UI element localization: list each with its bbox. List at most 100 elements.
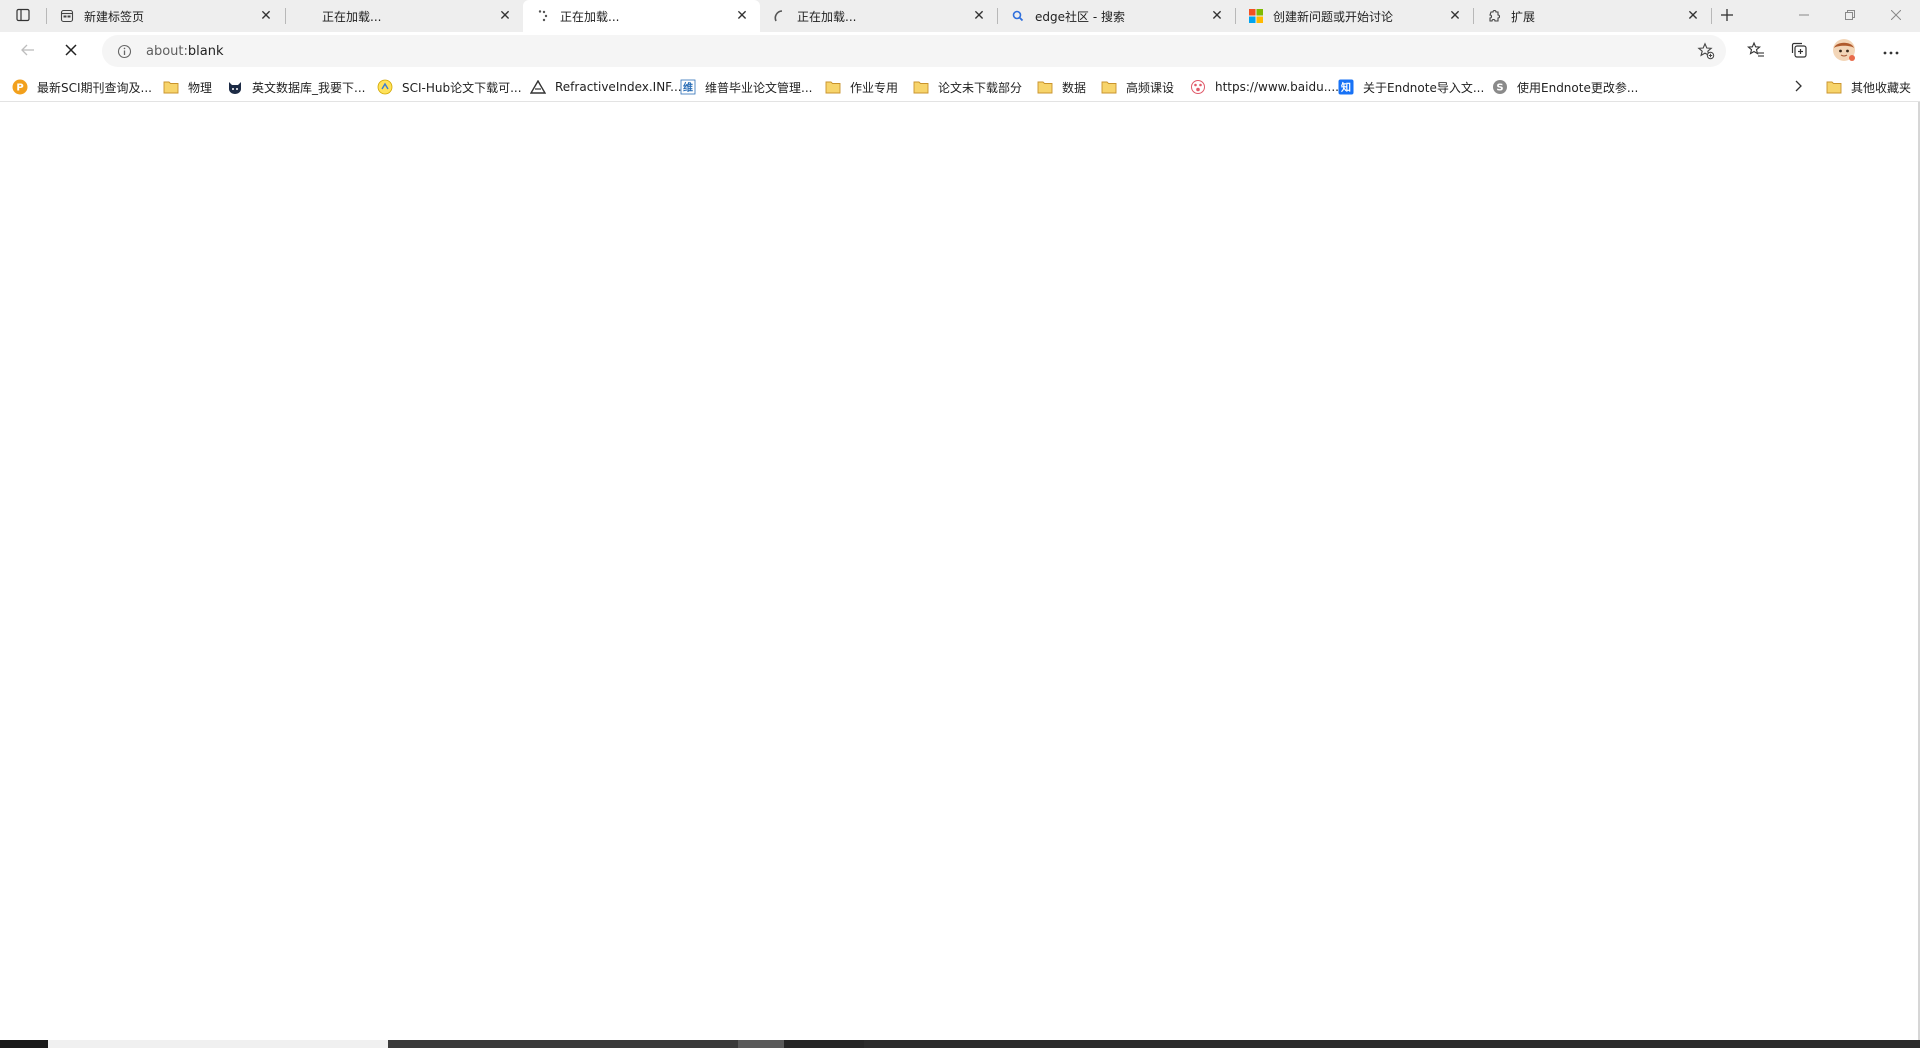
newtab-icon (59, 8, 75, 24)
back-button[interactable] (12, 35, 44, 67)
bookmark-label: RefractiveIndex.INF... (555, 80, 682, 94)
favorites-list-icon (1747, 41, 1765, 62)
tab-actions-button[interactable] (8, 4, 38, 28)
s-circle-icon: S (1492, 79, 1508, 95)
taskbar-search-box[interactable] (48, 1040, 388, 1048)
url-text[interactable]: about:blank (146, 44, 1546, 59)
bookmark-label: 英文数据库_我要下... (252, 80, 366, 95)
bookmark-label: SCI-Hub论文下载可... (402, 80, 522, 95)
taskbar-active-app[interactable] (738, 1040, 784, 1048)
info-icon[interactable] (116, 43, 132, 59)
folder-icon (913, 79, 929, 95)
avatar (1832, 38, 1856, 65)
bookmarks-overflow-button[interactable] (1786, 76, 1810, 98)
tab-loading-2-active[interactable]: 正在加载... ✕ (523, 0, 760, 32)
tab-close-icon[interactable]: ✕ (732, 6, 752, 26)
tab-close-icon[interactable]: ✕ (495, 6, 515, 26)
tab-title: edge社区 - 搜索 (1035, 9, 1125, 24)
bookmark-label: 关于Endnote导入文... (1363, 80, 1485, 95)
tab-edge-search[interactable]: edge社区 - 搜索 ✕ (998, 0, 1235, 32)
bookmark-folder[interactable]: 高频课设 (1101, 77, 1174, 97)
loading-spinner-icon (535, 8, 551, 24)
bookmark-item[interactable]: https://www.baidu.... (1190, 77, 1339, 97)
bookmark-label: 维普毕业论文管理... (705, 80, 813, 95)
collections-icon (1790, 41, 1808, 62)
restore-icon (1845, 9, 1855, 23)
settings-more-button[interactable] (1875, 35, 1907, 67)
plus-icon (1720, 8, 1734, 25)
tab-close-icon[interactable]: ✕ (969, 6, 989, 26)
svg-text:P: P (16, 83, 23, 94)
stop-x-icon (64, 43, 78, 60)
bookmark-folder[interactable]: 作业专用 (825, 77, 898, 97)
taskbar-app[interactable] (784, 1040, 864, 1048)
tab-close-icon[interactable]: ✕ (1445, 6, 1465, 26)
new-tab-button[interactable] (1713, 3, 1741, 29)
taskbar-start-area[interactable] (0, 1040, 48, 1048)
folder-icon (1826, 79, 1842, 95)
bookmark-item[interactable]: P 最新SCI期刊查询及... (12, 77, 152, 97)
back-arrow-icon (20, 42, 36, 61)
cat-icon (227, 79, 243, 95)
triangle-logo-icon (530, 79, 546, 95)
svg-text:维: 维 (683, 81, 693, 94)
chevron-right-icon (1793, 80, 1803, 95)
url-path: blank (187, 43, 224, 59)
tab-close-icon[interactable]: ✕ (1207, 6, 1227, 26)
tab-close-icon[interactable]: ✕ (1683, 6, 1703, 26)
url-scheme: about: (146, 43, 188, 59)
tab-extensions[interactable]: 扩展 ✕ (1474, 0, 1711, 32)
bookmark-folder[interactable]: 物理 (163, 77, 212, 97)
tab-strip: 新建标签页 ✕ 正在加载... ✕ 正在加载... ✕ 正在加载... ✕ ed… (0, 0, 1920, 32)
bookmark-item[interactable]: S 使用Endnote更改参... (1492, 77, 1638, 97)
tab-title: 创建新问题或开始讨论 (1273, 9, 1394, 24)
minimize-button[interactable] (1781, 0, 1827, 32)
bookmark-item[interactable]: 英文数据库_我要下... (227, 77, 365, 97)
tab-separator (1711, 8, 1712, 24)
folder-icon (163, 79, 179, 95)
address-bar[interactable]: about:blank (102, 35, 1726, 67)
taskbar-app-area[interactable] (388, 1040, 738, 1048)
bookmark-label: 数据 (1062, 80, 1087, 95)
window-close-button[interactable] (1873, 0, 1919, 32)
bookmark-item[interactable]: SCI-Hub论文下载可... (377, 77, 522, 97)
bookmark-item[interactable]: RefractiveIndex.INF... (530, 77, 682, 97)
restore-button[interactable] (1827, 0, 1873, 32)
scihub-icon (377, 79, 393, 95)
stop-loading-button[interactable] (55, 35, 87, 67)
tab-loading-3[interactable]: 正在加载... ✕ (760, 0, 997, 32)
svg-text:S: S (1496, 83, 1503, 94)
favorites-button[interactable] (1740, 35, 1772, 67)
taskbar (0, 1040, 1920, 1048)
profile-button[interactable] (1828, 35, 1860, 67)
tab-title: 扩展 (1511, 9, 1536, 24)
bookmark-label: 最新SCI期刊查询及... (37, 80, 152, 95)
weipu-icon: 维 (680, 79, 696, 95)
more-horizontal-icon (1883, 44, 1899, 58)
puzzle-icon (1486, 8, 1502, 24)
tab-create-issue[interactable]: 创建新问题或开始讨论 ✕ (1236, 0, 1473, 32)
zhihu-icon: 知 (1338, 79, 1354, 95)
microsoft-logo-icon (1248, 8, 1264, 24)
collections-button[interactable] (1783, 35, 1815, 67)
bookmark-folder[interactable]: 论文未下载部分 (913, 77, 1022, 97)
loading-arc-icon (772, 8, 788, 24)
navigation-toolbar: about:blank (0, 32, 1920, 70)
sci-p-icon: P (12, 79, 28, 95)
tab-newtab[interactable]: 新建标签页 ✕ (47, 0, 284, 32)
bookmark-item[interactable]: 知 关于Endnote导入文... (1338, 77, 1484, 97)
other-favorites-folder[interactable]: 其他收藏夹 (1826, 77, 1911, 97)
svg-text:知: 知 (1340, 81, 1351, 94)
search-icon (1010, 8, 1026, 24)
bookmark-label: 作业专用 (850, 80, 899, 95)
tab-loading-1[interactable]: 正在加载... ✕ (286, 0, 523, 32)
tab-close-icon[interactable]: ✕ (256, 6, 276, 26)
tab-actions-icon (16, 8, 30, 25)
minimize-icon (1799, 9, 1809, 23)
bookmark-folder[interactable]: 数据 (1037, 77, 1086, 97)
bookmark-item[interactable]: 维 维普毕业论文管理... (680, 77, 812, 97)
bookmark-label: https://www.baidu.... (1215, 80, 1339, 94)
bookmark-label: 其他收藏夹 (1851, 80, 1912, 95)
tab-title: 新建标签页 (84, 9, 145, 24)
add-favorite-star-icon[interactable] (1696, 41, 1716, 61)
